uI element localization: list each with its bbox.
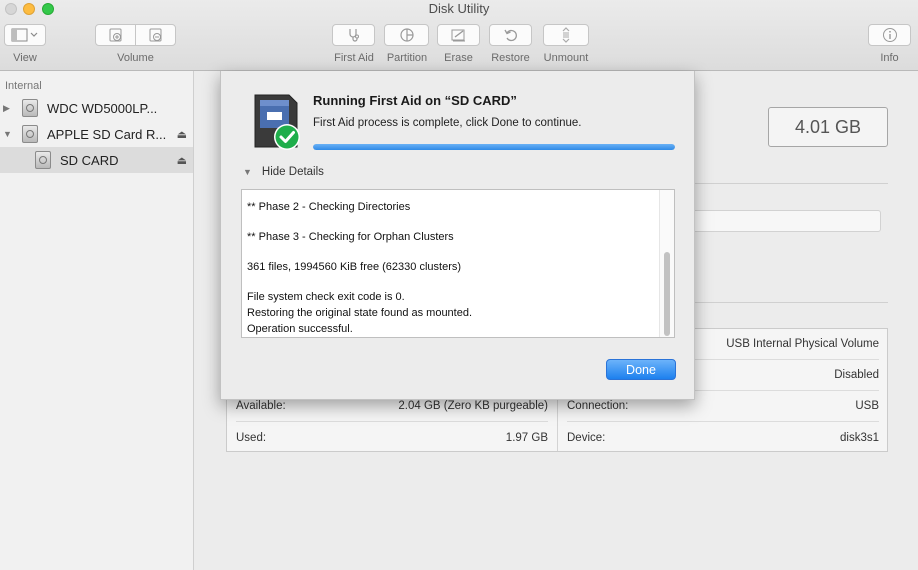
sheet-title: Running First Aid on “SD CARD” [313, 93, 517, 108]
info-row-used: Used: 1.97 GB [236, 422, 548, 453]
sidebar-item-apple-sd-card-reader[interactable]: ▼ APPLE SD Card R... ⏏ [0, 121, 193, 147]
hard-disk-icon [22, 99, 38, 117]
unmount-label: Unmount [543, 52, 589, 64]
done-button[interactable]: Done [606, 359, 676, 380]
log-scrollbar[interactable] [659, 190, 674, 337]
eject-icon[interactable]: ⏏ [177, 128, 187, 141]
info-label-used: Used: [236, 431, 267, 444]
scroll-thumb[interactable] [664, 252, 670, 336]
stethoscope-icon [348, 29, 359, 42]
toolbar: Disk Utility View Volume First Aid Parti… [0, 0, 918, 71]
hide-details-toggle[interactable]: ▼ Hide Details [243, 166, 324, 178]
first-aid-label: First Aid [334, 52, 374, 64]
divider [694, 183, 888, 184]
details-log[interactable]: ** Phase 2 - Checking Directories ** Phas… [241, 189, 675, 338]
restore-button[interactable] [489, 24, 532, 46]
disclosure-triangle-icon: ▼ [243, 167, 252, 177]
sidebar-item-sd-card[interactable]: SD CARD ⏏ [0, 147, 193, 173]
volume-disk-icon [35, 151, 51, 169]
sidebar: Internal ▶ WDC WD5000LP... ▼ APPLE SD Ca… [0, 71, 194, 570]
sidebar-item-wdc-disk[interactable]: ▶ WDC WD5000LP... [0, 95, 193, 121]
first-aid-progress-bar [313, 144, 675, 150]
first-aid-sheet: Running First Aid on “SD CARD” First Aid… [220, 71, 695, 400]
info-value-connection: USB [855, 400, 879, 412]
disclosure-triangle-icon[interactable]: ▼ [3, 129, 13, 139]
disclosure-triangle-icon[interactable]: ▶ [3, 103, 13, 114]
capacity-display: 4.01 GB [768, 107, 888, 147]
info-row-device: Device: disk3s1 [567, 422, 879, 453]
info-value-type: USB Internal Physical Volume [726, 338, 879, 350]
log-line: ** Phase 2 - Checking Directories [247, 201, 411, 213]
first-aid-button[interactable] [332, 24, 375, 46]
sidebar-item-label: SD CARD [60, 152, 119, 168]
log-line: Restoring the original state found as mo… [247, 307, 473, 319]
partition-button[interactable] [384, 24, 429, 46]
log-line: ** Phase 3 - Checking for Orphan Cluster… [247, 231, 454, 243]
log-line: Operation successful. [247, 323, 353, 335]
info-label-connection: Connection: [567, 400, 629, 412]
view-button[interactable] [4, 24, 46, 46]
partition-label: Partition [386, 52, 428, 64]
info-value-owners: Disabled [834, 369, 879, 381]
info-value-device: disk3s1 [840, 431, 879, 444]
erase-icon [451, 29, 465, 42]
info-value-used: 1.97 GB [505, 431, 548, 444]
restore-icon [503, 29, 517, 42]
window-title: Disk Utility [428, 1, 490, 16]
sd-card-check-icon [254, 94, 300, 150]
sidebar-item-label: APPLE SD Card R... [47, 126, 167, 142]
hide-details-label: Hide Details [261, 166, 324, 178]
erase-button[interactable] [437, 24, 480, 46]
info-label-available: Available: [236, 400, 286, 412]
sheet-status-text: First Aid process is complete, click Don… [313, 117, 582, 129]
hard-disk-icon [22, 125, 38, 143]
add-volume-button[interactable] [95, 24, 136, 46]
view-label: View [13, 52, 37, 64]
info-button[interactable] [868, 24, 911, 46]
add-volume-icon [109, 28, 121, 42]
log-line: 361 files, 1994560 KiB free (62330 clust… [247, 261, 462, 273]
unmount-button[interactable] [543, 24, 589, 46]
sidebar-item-label: WDC WD5000LP... [47, 100, 158, 116]
log-line: File system check exit code is 0. [247, 291, 405, 303]
remove-volume-icon [149, 28, 161, 42]
log-lines: ** Phase 2 - Checking Directories ** Phas… [247, 199, 472, 337]
partition-icon [399, 28, 414, 42]
sidebar-view-icon [11, 28, 38, 42]
restore-label: Restore [491, 52, 530, 64]
volume-label: Volume [117, 52, 154, 64]
sidebar-section-internal: Internal [5, 80, 42, 92]
info-icon [882, 28, 897, 42]
info-value-available: 2.04 GB (Zero KB purgeable) [398, 400, 548, 412]
info-label-device: Device: [567, 431, 606, 444]
remove-volume-button[interactable] [135, 24, 176, 46]
unmount-icon [562, 27, 570, 43]
divider [694, 302, 888, 303]
erase-label: Erase [444, 52, 473, 64]
info-label: Info [880, 52, 899, 64]
progress-fill [313, 144, 675, 150]
eject-icon[interactable]: ⏏ [177, 154, 187, 167]
